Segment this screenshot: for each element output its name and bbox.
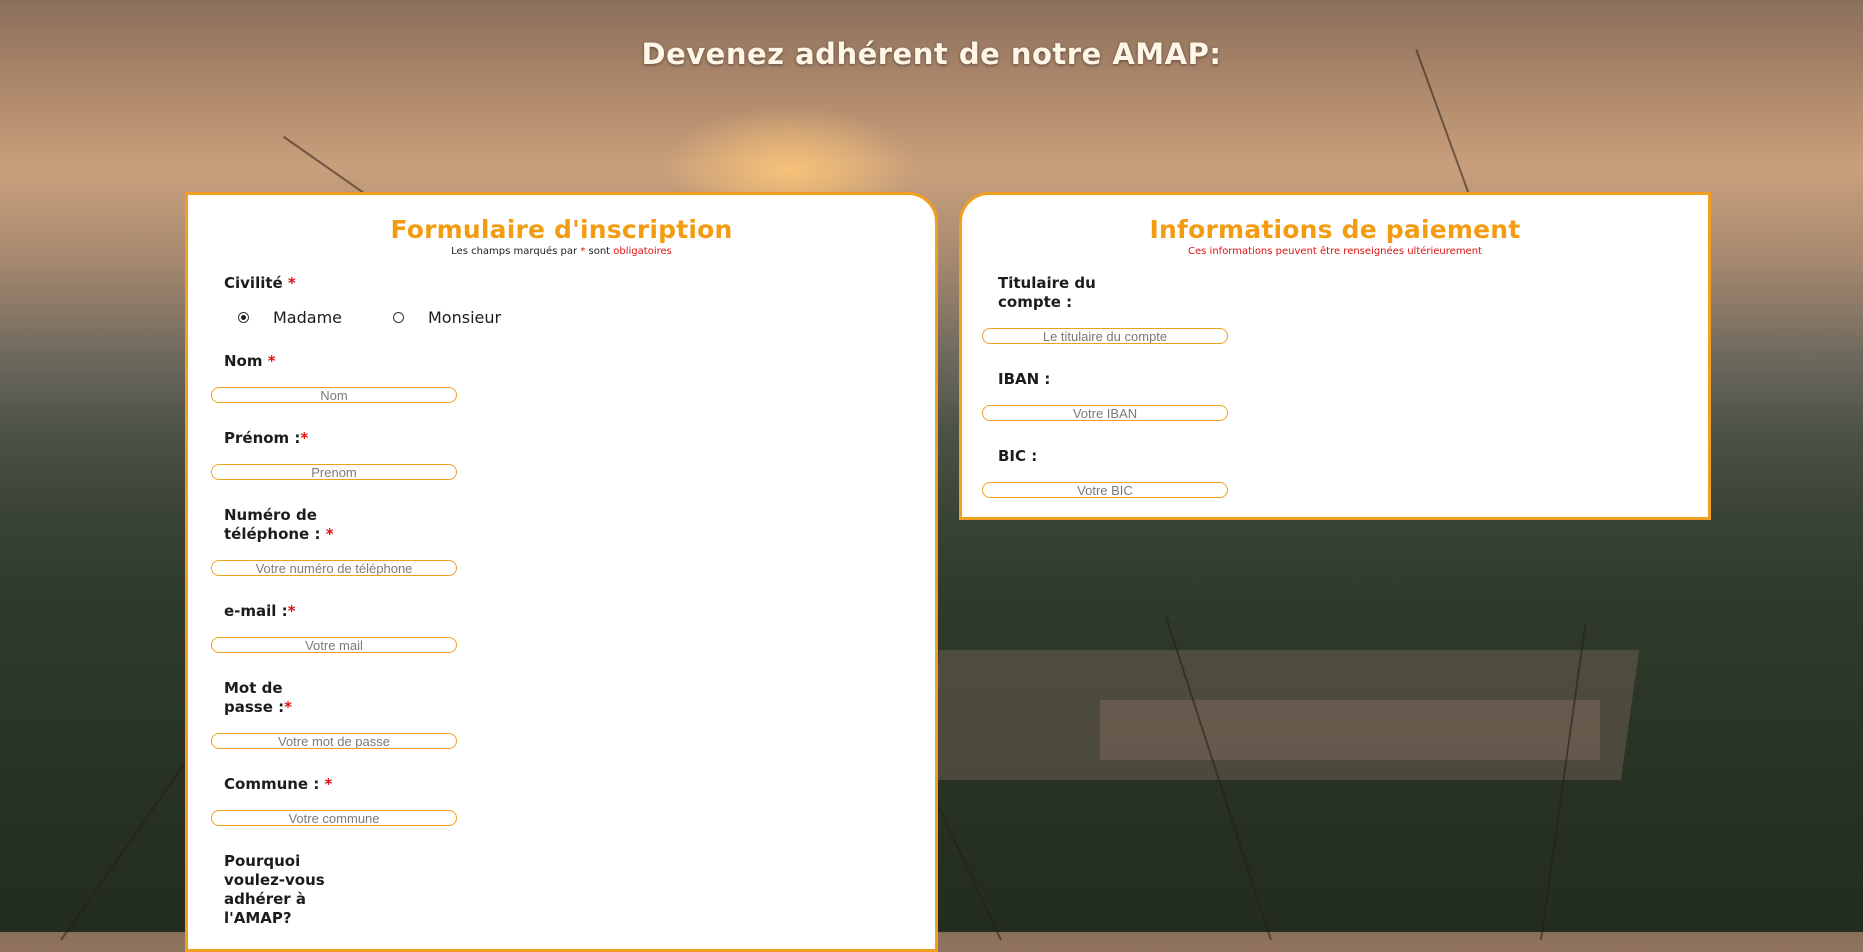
civility-radio-group: Madame Monsieur	[238, 308, 501, 327]
commune-label: Commune : *	[224, 775, 332, 794]
payment-info-subtitle: Ces informations peuvent être renseignée…	[1188, 246, 1482, 257]
commune-input[interactable]	[211, 810, 457, 826]
radio-madame-label[interactable]: Madame	[273, 308, 342, 327]
grass-stalk	[1415, 49, 1472, 201]
account-holder-label-line2: compte :	[998, 293, 1073, 311]
registration-form-card: Formulaire d'inscription Les champs marq…	[185, 192, 938, 952]
required-star: *	[287, 274, 296, 292]
bic-input[interactable]	[982, 482, 1228, 498]
prenom-input[interactable]	[211, 464, 457, 480]
password-label-line2-wrap: passe :*	[224, 698, 292, 717]
password-label: Mot de passe :*	[224, 679, 292, 717]
required-star: *	[300, 429, 309, 447]
phone-label: Numéro de téléphone : *	[224, 506, 334, 544]
account-holder-label-line1: Titulaire du	[998, 274, 1096, 292]
account-holder-input[interactable]	[982, 328, 1228, 344]
civility-label-text: Civilité	[224, 274, 288, 292]
phone-label-line2-wrap: téléphone : *	[224, 525, 334, 544]
phone-label-line1: Numéro de	[224, 506, 317, 524]
why-label-line4: l'AMAP?	[224, 909, 292, 927]
subtitle-prefix: Les champs marqués par	[451, 246, 581, 257]
required-star: *	[284, 698, 292, 716]
phone-label-line2: téléphone :	[224, 525, 326, 543]
radio-monsieur-label[interactable]: Monsieur	[428, 308, 501, 327]
password-label-line2: passe :	[224, 698, 285, 716]
nom-input[interactable]	[211, 387, 457, 403]
registration-form-title: Formulaire d'inscription	[390, 215, 733, 244]
subtitle-middle: sont	[585, 246, 614, 257]
password-input[interactable]	[211, 733, 457, 749]
prenom-label: Prénom :*	[224, 429, 308, 448]
phone-input[interactable]	[211, 560, 457, 576]
commune-label-text: Commune :	[224, 775, 325, 793]
why-label-line3: adhérer à	[224, 890, 307, 908]
required-star: *	[324, 775, 333, 793]
iban-input[interactable]	[982, 405, 1228, 421]
required-star: *	[287, 602, 296, 620]
email-label-text: e-mail :	[224, 602, 288, 620]
required-star: *	[325, 525, 334, 543]
required-star: *	[267, 352, 276, 370]
password-label-line1: Mot de	[224, 679, 283, 697]
nom-label-text: Nom	[224, 352, 268, 370]
registration-form-subtitle: Les champs marqués par * sont obligatoir…	[188, 246, 935, 257]
radio-madame[interactable]	[238, 312, 249, 323]
iban-label: IBAN :	[998, 370, 1051, 388]
bic-label: BIC :	[998, 447, 1038, 465]
page-title: Devenez adhérent de notre AMAP:	[641, 37, 1222, 71]
why-label-line1: Pourquoi	[224, 852, 301, 870]
payment-info-card: Informations de paiement Ces information…	[959, 192, 1711, 520]
why-label: Pourquoi voulez-vous adhérer à l'AMAP?	[224, 852, 325, 928]
subtitle-required: obligatoires	[613, 246, 672, 257]
civility-label: Civilité *	[224, 274, 296, 293]
why-label-line2: voulez-vous	[224, 871, 325, 889]
radio-monsieur[interactable]	[393, 312, 404, 323]
nom-label: Nom *	[224, 352, 276, 371]
email-input[interactable]	[211, 637, 457, 653]
prenom-label-text: Prénom :	[224, 429, 301, 447]
payment-info-title: Informations de paiement	[1149, 215, 1521, 244]
background-field-2	[1100, 700, 1600, 760]
account-holder-label: Titulaire du compte :	[998, 274, 1096, 312]
email-label: e-mail :*	[224, 602, 296, 621]
